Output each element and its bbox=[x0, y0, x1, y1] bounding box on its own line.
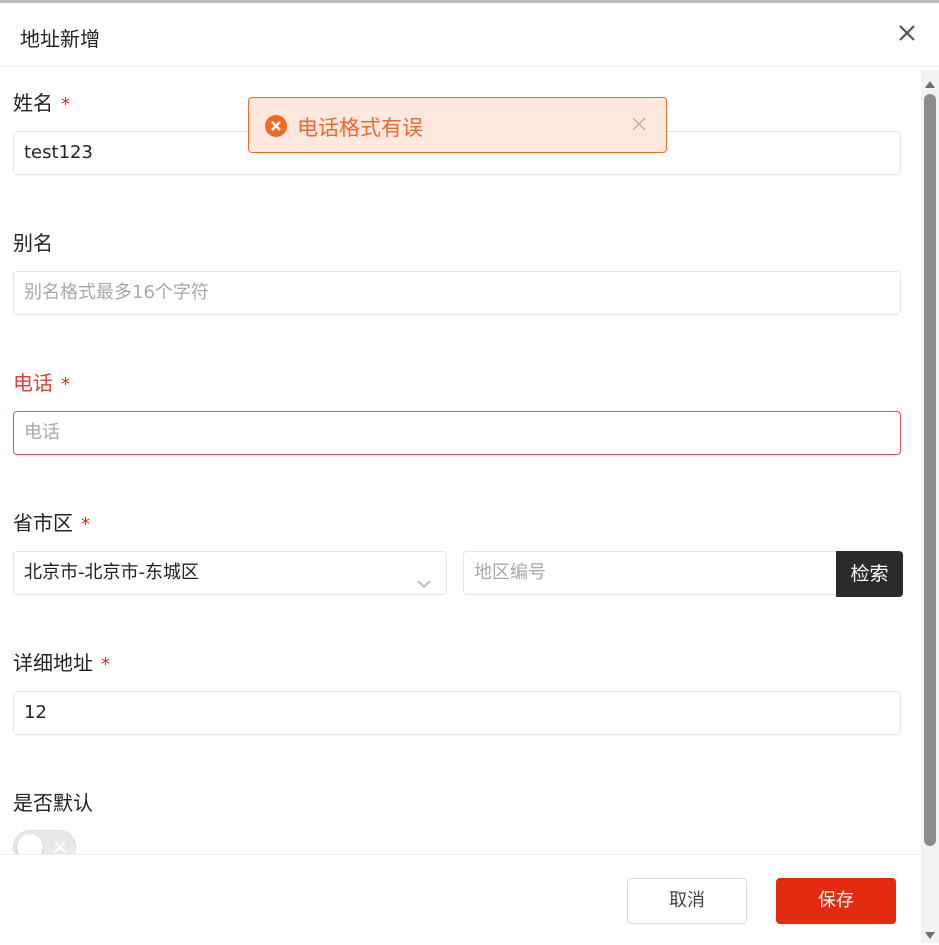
alias-placeholder: 别名格式最多16个字符 bbox=[24, 282, 209, 303]
search-button[interactable]: 检索 bbox=[836, 551, 903, 597]
dialog-footer: 取消 保存 bbox=[0, 854, 920, 944]
phone-placeholder: 电话 bbox=[24, 422, 60, 443]
address-input-value: 12 bbox=[24, 702, 47, 723]
name-label: 姓名 * bbox=[13, 91, 70, 115]
default-label: 是否默认 bbox=[13, 791, 93, 815]
scrollbar[interactable] bbox=[921, 70, 939, 943]
required-mark: * bbox=[61, 94, 70, 115]
required-mark: * bbox=[61, 374, 70, 395]
close-icon bbox=[52, 839, 68, 854]
scroll-up-arrow-icon[interactable] bbox=[924, 74, 936, 88]
close-icon[interactable] bbox=[897, 21, 917, 45]
region-code-placeholder: 地区编号 bbox=[474, 562, 546, 583]
chevron-down-icon bbox=[416, 566, 432, 589]
toggle-knob bbox=[17, 834, 43, 854]
close-icon[interactable] bbox=[632, 116, 646, 131]
scroll-down-arrow-icon[interactable] bbox=[924, 926, 936, 939]
phone-input[interactable]: 电话 bbox=[13, 411, 901, 455]
alias-input[interactable]: 别名格式最多16个字符 bbox=[13, 271, 901, 315]
error-circle-icon bbox=[265, 115, 287, 137]
required-mark: * bbox=[81, 514, 90, 535]
save-button[interactable]: 保存 bbox=[776, 878, 896, 924]
toast-message: 电话格式有误 bbox=[297, 116, 423, 140]
region-selected-value: 北京市-北京市-东城区 bbox=[24, 562, 199, 583]
scrollbar-thumb[interactable] bbox=[924, 94, 936, 846]
region-label: 省市区 * bbox=[13, 511, 90, 535]
form-content: 姓名 * test123 别名 别名格式最多16个字符 电话 * 电话 省市区 * 北… bbox=[0, 67, 918, 854]
dialog-header: 地址新增 bbox=[0, 3, 939, 67]
address-label: 详细地址 * bbox=[13, 651, 110, 675]
cancel-button[interactable]: 取消 bbox=[627, 878, 747, 924]
region-select[interactable]: 北京市-北京市-东城区 bbox=[13, 551, 447, 595]
address-input[interactable]: 12 bbox=[13, 691, 901, 735]
dialog-title: 地址新增 bbox=[20, 27, 100, 51]
error-toast: 电话格式有误 bbox=[248, 97, 667, 153]
required-mark: * bbox=[101, 654, 110, 675]
default-toggle[interactable] bbox=[13, 830, 76, 854]
phone-label: 电话 * bbox=[13, 371, 70, 395]
alias-label: 别名 bbox=[13, 231, 53, 255]
region-code-input[interactable]: 地区编号 bbox=[463, 551, 836, 595]
name-input-value: test123 bbox=[24, 142, 93, 163]
